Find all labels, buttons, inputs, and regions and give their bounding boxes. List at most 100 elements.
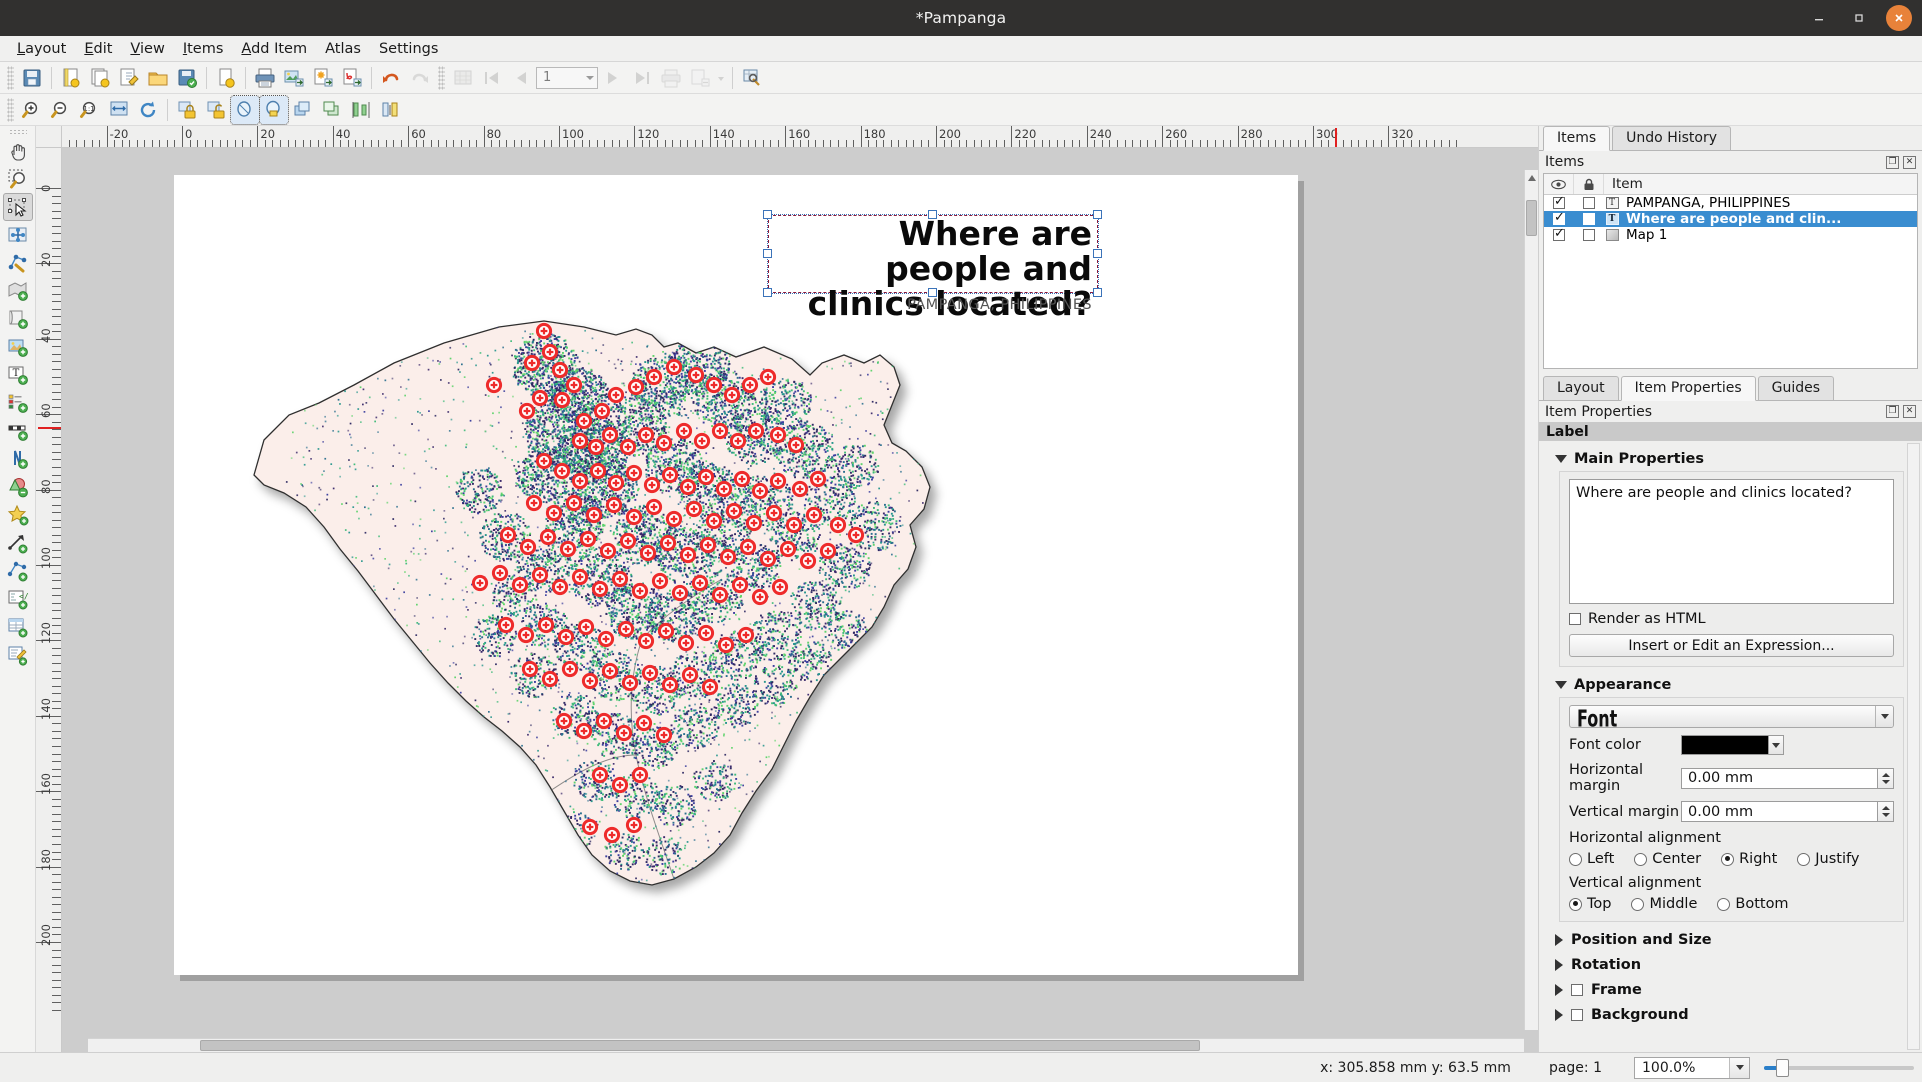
raise-items-icon[interactable] (289, 96, 317, 124)
add-attribute-table-tool[interactable] (3, 613, 33, 641)
tab-items[interactable]: Items (1543, 126, 1611, 151)
zoom-out-icon[interactable] (47, 96, 75, 124)
menu-layout[interactable]: Layout (8, 38, 75, 60)
add-north-arrow-tool[interactable] (3, 445, 33, 473)
item-row-title-label[interactable]: T Where are people and clin... (1544, 210, 1917, 227)
canvas-horizontal-scrollbar[interactable] (88, 1038, 1524, 1052)
add-node-item-tool[interactable] (3, 557, 33, 585)
unlock-items-icon[interactable] (202, 96, 230, 124)
horizontal-ruler[interactable]: -20 0 20 40 60 80 100 120 140 160 180 200 220 240 260 2… (62, 126, 1538, 148)
distribute-icon[interactable] (376, 96, 404, 124)
frame-checkbox[interactable] (1571, 984, 1583, 996)
lock-checkbox[interactable] (1574, 197, 1604, 209)
label-text-input[interactable]: Where are people and clinics located? (1569, 479, 1894, 604)
toolbar-grip[interactable] (7, 97, 14, 122)
tools-grip[interactable] (8, 129, 27, 135)
lock-checkbox[interactable] (1574, 213, 1604, 225)
font-color-swatch[interactable] (1681, 735, 1769, 755)
open-folder-icon[interactable] (144, 64, 172, 92)
item-row-pampanga-label[interactable]: T PAMPANGA, PHILIPPINES (1544, 194, 1917, 211)
add-map-tool[interactable] (3, 277, 33, 305)
frame-section[interactable]: Frame (1555, 982, 1904, 998)
chevron-down-icon[interactable] (1729, 1057, 1749, 1078)
item-properties-scroll-area[interactable]: Main Properties Where are people and cli… (1539, 441, 1922, 1052)
font-color-dropdown-icon[interactable] (1769, 735, 1784, 755)
item-row-map-1[interactable]: Map 1 (1544, 226, 1917, 243)
add-legend-tool[interactable] (3, 389, 33, 417)
resize-handle-tl[interactable] (763, 210, 772, 219)
chevron-down-icon[interactable] (1875, 706, 1893, 727)
properties-scrollbar[interactable] (1907, 443, 1920, 1050)
main-properties-group-header[interactable]: Main Properties (1555, 451, 1904, 467)
tab-undo-history[interactable]: Undo History (1612, 126, 1732, 150)
zoom-slider[interactable] (1764, 1057, 1914, 1079)
add-label-tool[interactable]: T (3, 361, 33, 389)
add-arrow-tool[interactable] (3, 529, 33, 557)
zoom-to-width-icon[interactable] (105, 96, 133, 124)
layout-manager-icon[interactable] (115, 64, 143, 92)
float-dock-icon[interactable]: ❐ (1886, 155, 1899, 169)
visibility-checkbox[interactable] (1544, 226, 1574, 241)
menu-view[interactable]: View (121, 38, 173, 60)
resize-handle-bl[interactable] (763, 288, 772, 297)
float-dock-icon[interactable]: ❐ (1886, 405, 1899, 418)
rotation-section[interactable]: Rotation (1555, 957, 1904, 973)
background-section[interactable]: Background (1555, 1007, 1904, 1023)
visibility-checkbox[interactable] (1544, 194, 1574, 209)
add-picture-tool[interactable] (3, 305, 33, 333)
resize-handle-tr[interactable] (1093, 210, 1102, 219)
valign-middle-radio[interactable]: Middle (1631, 896, 1697, 912)
export-image-icon[interactable] (280, 64, 308, 92)
lower-items-icon[interactable] (318, 96, 346, 124)
toolbar-grip[interactable] (7, 65, 14, 90)
atlas-page-input[interactable]: 1 (536, 66, 598, 89)
vertical-ruler[interactable]: 0 20 40 60 80 100 120 140 160 180 200 (36, 148, 62, 1052)
layout-properties-icon[interactable] (212, 64, 240, 92)
save-project-icon[interactable] (18, 64, 46, 92)
align-vertical-icon[interactable] (347, 96, 375, 124)
horizontal-margin-spin-buttons[interactable] (1877, 767, 1894, 789)
add-scalebar-tool[interactable] (3, 417, 33, 445)
tab-guides[interactable]: Guides (1757, 376, 1835, 400)
map-item-graphic[interactable] (244, 235, 964, 915)
menu-atlas[interactable]: Atlas (316, 38, 370, 60)
add-html-frame-tool[interactable]: </> (3, 585, 33, 613)
close-icon[interactable] (1886, 5, 1912, 31)
close-dock-icon[interactable]: ✕ (1903, 155, 1916, 169)
font-selector-button[interactable]: Font (1569, 705, 1894, 728)
resize-handle-mr[interactable] (1093, 249, 1102, 258)
vertical-margin-value[interactable]: 0.00 mm (1681, 801, 1877, 822)
add-shape-tool[interactable] (3, 473, 33, 501)
zoom-full-icon[interactable]: 1:1 (76, 96, 104, 124)
maximize-icon[interactable] (1846, 5, 1872, 31)
background-checkbox[interactable] (1571, 1009, 1583, 1021)
export-svg-icon[interactable] (309, 64, 337, 92)
valign-top-radio[interactable]: Top (1569, 896, 1611, 912)
move-item-content-tool[interactable] (3, 221, 33, 249)
insert-expression-button[interactable]: Insert or Edit an Expression... (1569, 634, 1894, 657)
resize-handle-tc[interactable] (928, 210, 937, 219)
pan-layout-tool[interactable] (3, 137, 33, 165)
menu-settings[interactable]: Settings (370, 38, 447, 60)
toolbar-grip[interactable] (438, 65, 445, 90)
zoom-tool[interactable] (3, 165, 33, 193)
print-icon[interactable] (251, 64, 279, 92)
add-image-tool[interactable] (3, 333, 33, 361)
horizontal-margin-value[interactable]: 0.00 mm (1681, 767, 1877, 789)
add-marker-tool[interactable] (3, 501, 33, 529)
refresh-view-icon[interactable] (134, 96, 162, 124)
duplicate-layout-icon[interactable] (86, 64, 114, 92)
close-dock-icon[interactable]: ✕ (1903, 405, 1916, 418)
edit-table-tool[interactable] (3, 641, 33, 669)
halign-justify-radio[interactable]: Justify (1797, 851, 1859, 867)
page-sheet[interactable]: Where are people and clinics located? PA… (174, 175, 1298, 975)
group-items-icon[interactable] (230, 94, 260, 125)
resize-handle-br[interactable] (1093, 288, 1102, 297)
zoom-slider-thumb[interactable] (1776, 1058, 1789, 1077)
appearance-group-header[interactable]: Appearance (1555, 677, 1904, 693)
tab-item-properties[interactable]: Item Properties (1620, 376, 1756, 401)
menu-add-item[interactable]: Add Item (232, 38, 316, 60)
render-as-html-checkbox[interactable] (1569, 613, 1581, 625)
layout-canvas[interactable]: Where are people and clinics located? PA… (62, 148, 1538, 1052)
export-pdf-icon[interactable] (338, 64, 366, 92)
